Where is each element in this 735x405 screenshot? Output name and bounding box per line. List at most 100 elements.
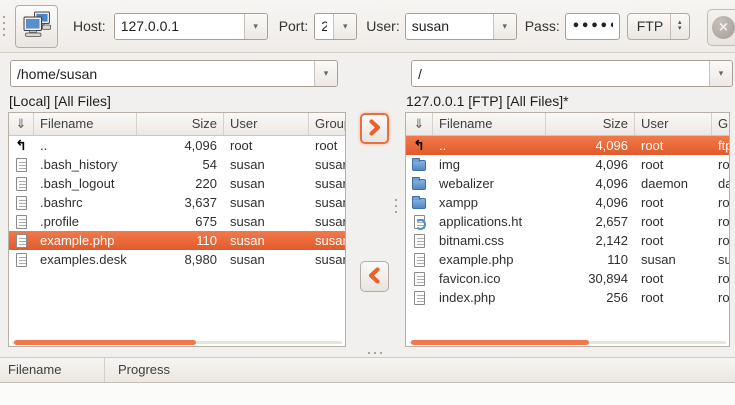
transfer-queue-list[interactable]: [0, 383, 735, 405]
file-row[interactable]: example.php 110 susan susan: [406, 250, 729, 269]
file-row[interactable]: bitnami.css 2,142 root root: [406, 231, 729, 250]
vertical-pane-splitter-handle[interactable]: [394, 197, 398, 214]
download-button[interactable]: [360, 261, 389, 292]
port-input[interactable]: [315, 14, 333, 39]
local-path-input[interactable]: [11, 61, 314, 86]
horizontal-pane-splitter-handle[interactable]: [366, 351, 383, 355]
file-icon: [414, 272, 425, 286]
host-dropdown-button[interactable]: ▾: [244, 14, 267, 39]
file-user: root: [635, 212, 712, 231]
file-row[interactable]: index.php 256 root root: [406, 288, 729, 307]
file-group: susan: [309, 155, 346, 174]
file-row[interactable]: example.php 110 susan susan: [9, 231, 345, 250]
file-group: susan: [712, 250, 730, 269]
file-size: 4,096: [546, 174, 635, 193]
sort-descending-icon: ⇓: [16, 114, 27, 135]
chevron-down-icon: ▾: [502, 21, 507, 32]
port-label: Port:: [279, 18, 309, 34]
file-row[interactable]: .. 4,096 root ftp: [406, 136, 729, 155]
protocol-spin-buttons[interactable]: ▴ ▾: [670, 14, 689, 39]
remote-list-header: ⇓ Filename Size User Group: [406, 113, 729, 136]
file-user: susan: [224, 193, 309, 212]
user-dropdown-button[interactable]: ▾: [493, 14, 516, 39]
file-size: 4,096: [546, 193, 635, 212]
password-input[interactable]: [565, 13, 620, 40]
file-group: daemon: [712, 174, 730, 193]
stop-x-icon: ×: [712, 16, 735, 39]
size-column-header[interactable]: Size: [546, 113, 635, 135]
file-user: root: [635, 269, 712, 288]
sort-column-header[interactable]: ⇓: [9, 113, 34, 135]
file-name: xampp: [433, 193, 546, 212]
filename-column-header[interactable]: Filename: [433, 113, 546, 135]
local-horizontal-scrollbar: [12, 340, 342, 345]
local-status-label: [Local] [All Files]: [9, 93, 346, 110]
file-row[interactable]: .bash_history 54 susan susan: [9, 155, 345, 174]
file-icon: [414, 291, 425, 305]
host-input[interactable]: [115, 14, 244, 39]
file-name: index.php: [433, 288, 546, 307]
scrollbar-thumb[interactable]: [14, 340, 196, 345]
user-column-header[interactable]: User: [635, 113, 712, 135]
file-row[interactable]: .profile 675 susan susan: [9, 212, 345, 231]
connect-button[interactable]: [15, 5, 58, 48]
local-path-combo: ▾: [10, 60, 338, 87]
file-user: root: [224, 136, 309, 155]
file-size: 110: [137, 231, 224, 250]
file-name: ..: [433, 136, 546, 155]
file-group: root: [712, 193, 730, 212]
size-column-header[interactable]: Size: [137, 113, 224, 135]
sort-column-header[interactable]: ⇓: [406, 113, 433, 135]
user-column-header[interactable]: User: [224, 113, 309, 135]
queue-progress-column-header[interactable]: Progress: [105, 358, 735, 382]
chevron-down-icon: ▾: [719, 68, 724, 79]
file-row[interactable]: webalizer 4,096 daemon daemon: [406, 174, 729, 193]
remote-pane: ▾ 127.0.0.1 [FTP] [All Files]* ⇓ Filenam…: [405, 60, 735, 347]
file-size: 675: [137, 212, 224, 231]
chevron-down-icon: ▾: [253, 21, 258, 32]
group-column-header[interactable]: Group: [309, 113, 346, 135]
file-size: 30,894: [546, 269, 635, 288]
local-path-dropdown-button[interactable]: ▾: [314, 61, 337, 86]
file-name: applications.ht: [433, 212, 546, 231]
file-row[interactable]: xampp 4,096 root root: [406, 193, 729, 212]
remote-path-combo: ▾: [411, 60, 733, 87]
file-icon: [16, 177, 27, 191]
file-size: 256: [546, 288, 635, 307]
local-list-header: ⇓ Filename Size User Group: [9, 113, 345, 136]
file-row[interactable]: img 4,096 root root: [406, 155, 729, 174]
group-column-header[interactable]: Group: [712, 113, 730, 135]
stop-button[interactable]: ×: [707, 9, 735, 46]
file-row[interactable]: examples.desk 8,980 susan susan: [9, 250, 345, 269]
file-name: .bash_logout: [34, 174, 137, 193]
local-file-list: ⇓ Filename Size User Group .. 4,096 root…: [8, 112, 346, 347]
upload-button[interactable]: [360, 113, 389, 144]
file-row[interactable]: .. 4,096 root root: [9, 136, 345, 155]
file-user: root: [635, 193, 712, 212]
user-input[interactable]: [406, 14, 493, 39]
file-size: 220: [137, 174, 224, 193]
filename-column-header[interactable]: Filename: [34, 113, 137, 135]
file-row[interactable]: applications.ht 2,657 root root: [406, 212, 729, 231]
spin-down-icon: ▾: [678, 26, 682, 32]
remote-path-input[interactable]: [412, 61, 709, 86]
file-row[interactable]: .bash_logout 220 susan susan: [9, 174, 345, 193]
port-dropdown-button[interactable]: ▾: [333, 14, 356, 39]
pass-label: Pass:: [525, 18, 560, 34]
right-chevron-icon: [367, 119, 382, 139]
chevron-down-icon: ▾: [324, 68, 329, 79]
file-icon: [16, 234, 27, 248]
toolbar-drag-handle[interactable]: [2, 14, 6, 38]
file-name: img: [433, 155, 546, 174]
protocol-value: FTP: [628, 14, 670, 39]
file-row[interactable]: favicon.ico 30,894 root root: [406, 269, 729, 288]
file-size: 3,637: [137, 193, 224, 212]
protocol-selector[interactable]: FTP ▴ ▾: [627, 13, 690, 40]
remote-path-dropdown-button[interactable]: ▾: [709, 61, 732, 86]
scrollbar-thumb[interactable]: [411, 340, 589, 345]
file-size: 4,096: [137, 136, 224, 155]
file-user: susan: [224, 250, 309, 269]
queue-filename-column-header[interactable]: Filename: [0, 358, 105, 382]
file-row[interactable]: .bashrc 3,637 susan susan: [9, 193, 345, 212]
user-combo: ▾: [405, 13, 517, 40]
